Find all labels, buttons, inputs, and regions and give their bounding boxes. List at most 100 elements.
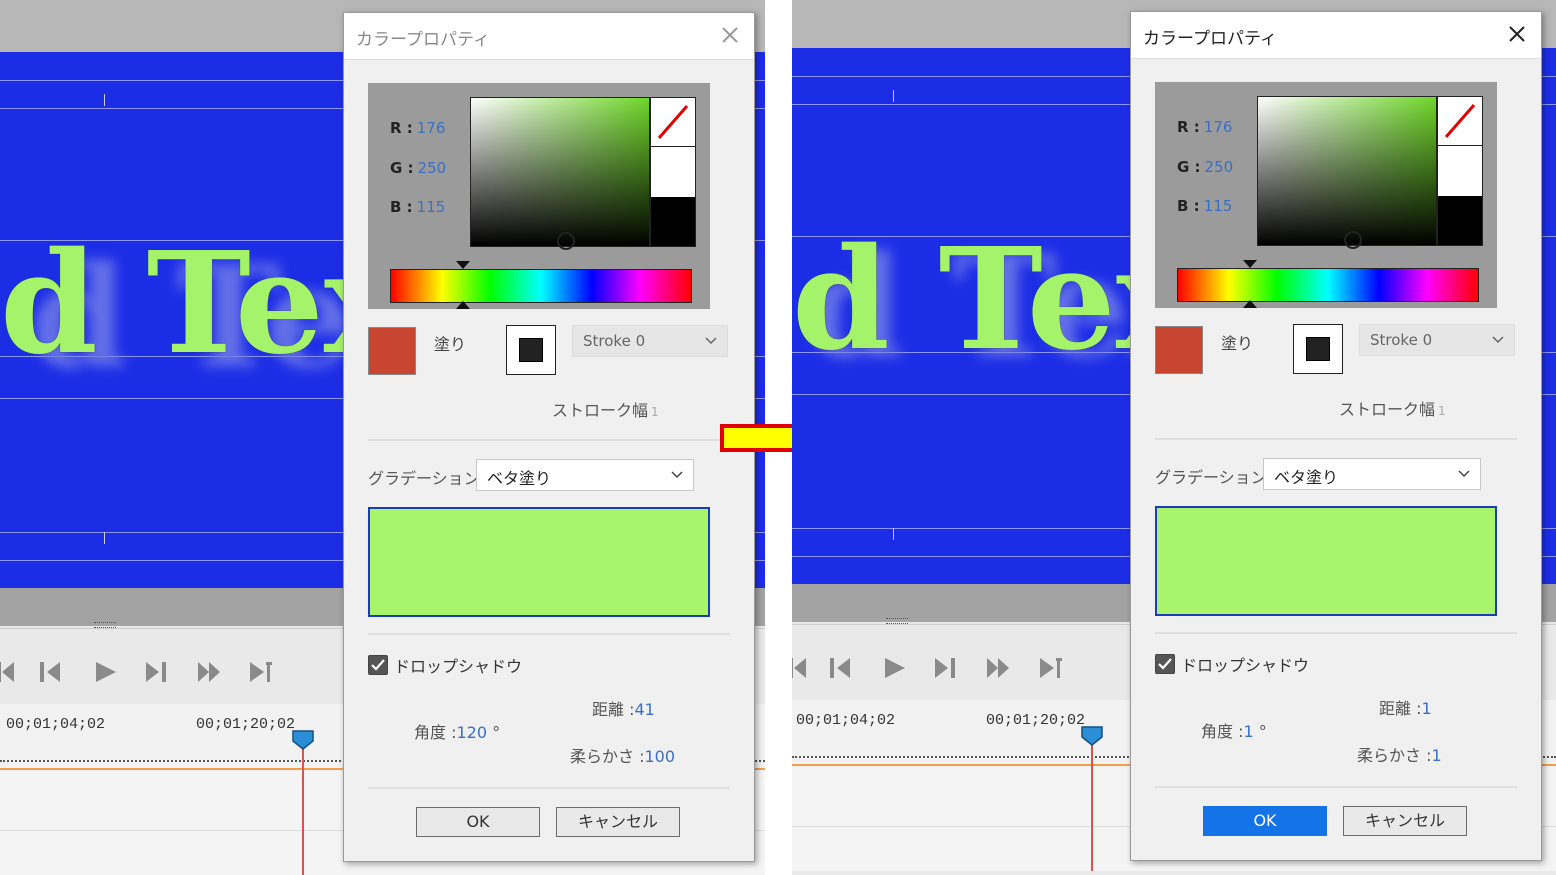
ok-button[interactable]: OK <box>1203 806 1327 836</box>
distance-value[interactable]: 41 <box>634 700 654 719</box>
stroke-select-value: Stroke 0 <box>583 332 646 350</box>
color-picker: R :176 G :250 B :115 <box>368 83 710 309</box>
b-value-input[interactable]: 115 <box>1204 197 1233 215</box>
fill-color-swatch[interactable] <box>1155 326 1203 374</box>
playhead-icon[interactable] <box>292 730 314 750</box>
white-swatch[interactable] <box>651 147 695 197</box>
black-swatch[interactable] <box>651 197 695 246</box>
drop-shadow-checkbox[interactable] <box>368 655 388 675</box>
softness-param: 柔らかさ :100 <box>570 747 676 766</box>
preset-swatches <box>650 97 696 247</box>
hue-slider[interactable] <box>390 269 692 303</box>
step-forward-icon[interactable] <box>142 659 168 685</box>
guide-tick <box>104 532 105 544</box>
no-color-icon <box>1444 104 1476 138</box>
preset-swatches <box>1437 96 1483 246</box>
dialog-title-bar[interactable]: カラープロパティ <box>1131 12 1541 59</box>
drop-shadow-checkbox[interactable] <box>1155 654 1175 674</box>
dialog-title: カラープロパティ <box>356 30 490 50</box>
black-swatch[interactable] <box>1438 196 1482 245</box>
divider <box>1155 786 1517 788</box>
white-swatch[interactable] <box>1438 146 1482 196</box>
playhead-icon[interactable] <box>1081 726 1103 746</box>
gradation-label: グラデーション <box>368 469 480 488</box>
play-icon[interactable] <box>92 659 118 685</box>
chevron-down-icon <box>1492 336 1504 344</box>
g-value-input[interactable]: 250 <box>1205 158 1234 176</box>
b-value-input[interactable]: 115 <box>417 198 446 216</box>
go-to-out-icon[interactable] <box>985 655 1011 681</box>
go-to-out-icon[interactable] <box>196 659 222 685</box>
color-marker[interactable] <box>1344 231 1362 249</box>
playhead-line <box>1091 736 1093 871</box>
guide-tick <box>893 90 894 102</box>
guide-tick <box>893 528 894 540</box>
saturation-value-field[interactable] <box>1257 96 1437 249</box>
b-value: B :115 <box>1177 197 1233 215</box>
color-picker: R :176 G :250 B :115 <box>1155 82 1497 308</box>
hue-marker-top-icon[interactable] <box>1243 260 1257 268</box>
stroke-width-value[interactable]: 1 <box>1438 404 1446 418</box>
gradation-select[interactable]: ベタ塗り <box>1263 458 1481 490</box>
divider <box>368 787 730 789</box>
divider <box>368 633 730 635</box>
softness-value[interactable]: 1 <box>1431 746 1441 765</box>
play-icon[interactable] <box>881 655 907 681</box>
softness-param: 柔らかさ :1 <box>1357 746 1442 765</box>
hue-marker-bottom-icon[interactable] <box>1243 300 1257 308</box>
stroke-color-swatch[interactable] <box>506 325 556 375</box>
chevron-down-icon <box>705 337 717 345</box>
softness-value[interactable]: 100 <box>644 747 675 766</box>
no-color-swatch[interactable] <box>651 98 695 147</box>
g-value: G :250 <box>1177 158 1234 176</box>
dialog-title-bar[interactable]: カラープロパティ <box>344 13 754 60</box>
timecode: 00;01;04;02 <box>6 716 106 733</box>
close-icon[interactable] <box>718 23 742 47</box>
r-value: R :176 <box>1177 118 1233 136</box>
cancel-button[interactable]: キャンセル <box>556 807 680 837</box>
b-value: B :115 <box>390 198 446 216</box>
distance-value[interactable]: 1 <box>1421 699 1431 718</box>
angle-value[interactable]: 1 <box>1243 722 1253 741</box>
hue-marker-top-icon[interactable] <box>456 261 470 269</box>
stroke-width-value[interactable]: 1 <box>651 405 659 419</box>
stroke-select[interactable]: Stroke 0 <box>1359 324 1515 356</box>
fill-color-swatch[interactable] <box>368 327 416 375</box>
color-preview <box>368 507 710 617</box>
go-to-end-icon[interactable] <box>248 659 274 685</box>
gradation-value: ベタ塗り <box>1274 468 1339 487</box>
drop-shadow-label: ドロップシャドウ <box>1181 656 1310 675</box>
divider <box>1155 438 1517 440</box>
close-icon[interactable] <box>1505 22 1529 46</box>
stroke-color-swatch[interactable] <box>1293 324 1343 374</box>
angle-value[interactable]: 120 <box>456 723 487 742</box>
r-value-input[interactable]: 176 <box>417 119 446 137</box>
color-properties-dialog: カラープロパティ R :176 G :250 B :115 塗り Stroke … <box>343 12 755 862</box>
g-value-input[interactable]: 250 <box>418 159 447 177</box>
distance-param: 距離 :41 <box>592 700 655 719</box>
go-to-in-icon[interactable] <box>0 659 16 685</box>
hue-marker-bottom-icon[interactable] <box>456 301 470 309</box>
stroke-width-label: ストローク幅 1 <box>552 401 659 420</box>
color-marker[interactable] <box>557 232 575 250</box>
r-value-input[interactable]: 176 <box>1204 118 1233 136</box>
step-back-icon[interactable] <box>828 655 854 681</box>
go-to-in-icon[interactable] <box>792 655 808 681</box>
go-to-end-icon[interactable] <box>1038 655 1064 681</box>
chevron-down-icon <box>671 471 683 479</box>
stroke-select[interactable]: Stroke 0 <box>572 325 728 357</box>
g-value: G :250 <box>390 159 447 177</box>
no-color-swatch[interactable] <box>1438 97 1482 146</box>
hue-slider[interactable] <box>1177 268 1479 302</box>
cancel-button[interactable]: キャンセル <box>1343 806 1467 836</box>
distance-param: 距離 :1 <box>1379 699 1432 718</box>
saturation-value-field[interactable] <box>470 97 650 250</box>
ok-button[interactable]: OK <box>416 807 540 837</box>
step-back-icon[interactable] <box>38 659 64 685</box>
step-forward-icon[interactable] <box>931 655 957 681</box>
checkmark-icon <box>371 659 385 671</box>
divider <box>1155 632 1517 634</box>
gradation-value: ベタ塗り <box>487 469 552 488</box>
after-screenshot: d Tex d Tex 00;01;04;02 00;01;20;02 カラープ… <box>792 0 1556 875</box>
gradation-select[interactable]: ベタ塗り <box>476 459 694 491</box>
